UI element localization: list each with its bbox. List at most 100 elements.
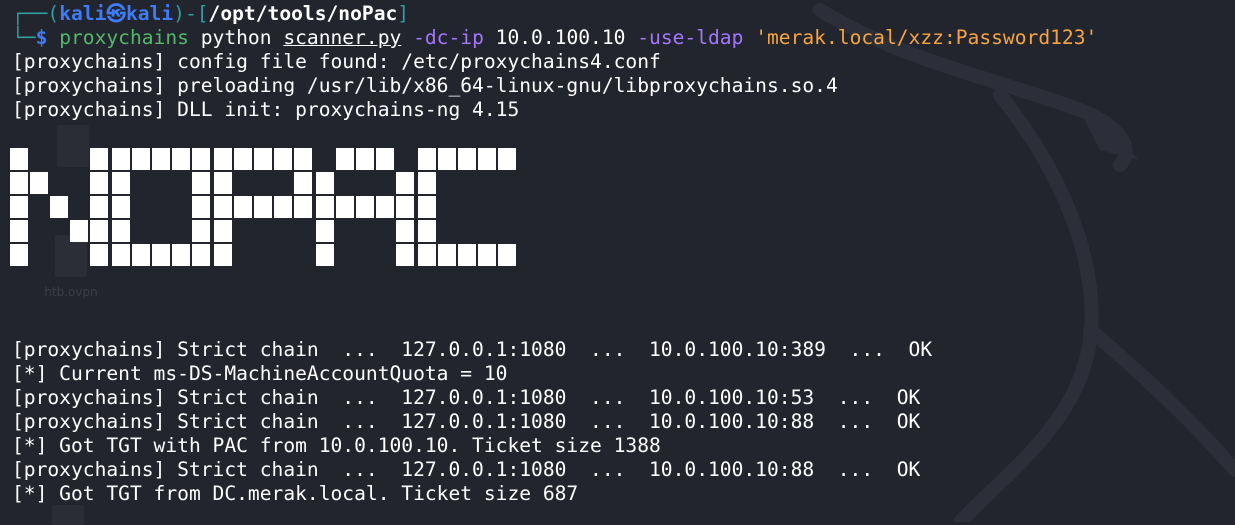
banner-block — [90, 172, 108, 194]
banner-block — [396, 196, 414, 218]
prompt-frame-mid: )-[ — [173, 2, 209, 25]
kali-skull-icon: ㉿ — [106, 2, 126, 25]
banner-block — [316, 196, 334, 218]
banner-block — [376, 196, 394, 218]
banner-block — [214, 220, 232, 242]
banner-block — [112, 244, 130, 266]
banner-block — [192, 148, 210, 170]
output-line: [proxychains] config file found: /etc/pr… — [12, 50, 661, 73]
banner-block — [10, 172, 28, 194]
banner-block — [396, 220, 414, 242]
output-line: [proxychains] Strict chain ... 127.0.0.1… — [12, 338, 933, 361]
banner-block — [274, 148, 292, 170]
output-line: [proxychains] DLL init: proxychains-ng 4… — [12, 98, 520, 121]
banner-block — [10, 220, 28, 242]
desktop-file-icon[interactable] — [52, 505, 84, 525]
banner-block — [458, 148, 476, 170]
banner-block — [90, 196, 108, 218]
desktop-icon-label: htb.ovpn — [44, 285, 98, 299]
banner-block — [336, 196, 354, 218]
flag-use-ldap: -use-ldap — [637, 26, 744, 49]
output-line: [proxychains] Strict chain ... 127.0.0.1… — [12, 386, 921, 409]
banner-block — [498, 244, 516, 266]
command-script: scanner.py — [283, 26, 402, 49]
prompt-frame-bottom: └─ — [12, 26, 36, 49]
prompt-line-1: ┌──(kali㉿kali)-[/opt/tools/noPac] — [12, 2, 1227, 26]
banner-block — [396, 172, 414, 194]
banner-block — [192, 220, 210, 242]
banner-block — [356, 148, 374, 170]
banner-block — [478, 244, 496, 266]
banner-block — [132, 244, 150, 266]
banner-block — [274, 196, 292, 218]
banner-art — [10, 148, 516, 266]
banner-block — [376, 148, 394, 170]
banner-block — [172, 148, 190, 170]
banner-block — [192, 244, 210, 266]
banner-block — [316, 220, 334, 242]
prompt-frame-end: ] — [397, 2, 410, 25]
arg-dc-ip: 10.0.100.10 — [495, 26, 626, 49]
banner-block — [112, 172, 130, 194]
banner-text: NOPAC — [10, 268, 11, 269]
arg-credentials: 'merak.local/xzz:Password123' — [755, 26, 1098, 49]
banner-block — [418, 244, 436, 266]
output-line: [proxychains] Strict chain ... 127.0.0.1… — [12, 410, 921, 433]
banner-block — [152, 148, 170, 170]
banner-block — [234, 196, 252, 218]
banner-block — [316, 172, 334, 194]
banner-block — [112, 148, 130, 170]
banner-block — [254, 148, 272, 170]
prompt-frame-top: ┌──( — [12, 2, 60, 25]
banner-block — [192, 196, 210, 218]
banner-block — [70, 220, 88, 242]
output-line: [proxychains] preloading /usr/lib/x86_64… — [12, 74, 838, 97]
banner-block — [458, 244, 476, 266]
banner-block — [10, 148, 28, 170]
banner-block — [50, 196, 68, 218]
banner-block — [90, 220, 108, 242]
banner-block — [172, 244, 190, 266]
banner-block — [396, 244, 414, 266]
banner-block — [438, 148, 456, 170]
prompt-symbol: $ — [35, 26, 48, 49]
banner-block — [234, 148, 252, 170]
banner-block — [356, 196, 374, 218]
banner-block — [152, 244, 170, 266]
banner-block — [10, 244, 28, 266]
banner-block — [294, 172, 312, 194]
nopac-ascii-banner: NOPAC — [10, 148, 520, 268]
banner-block — [478, 148, 496, 170]
banner-block — [192, 172, 210, 194]
terminal-output-results[interactable]: [proxychains] Strict chain ... 127.0.0.1… — [12, 338, 1227, 506]
banner-block — [294, 196, 312, 218]
banner-block — [112, 220, 130, 242]
banner-block — [30, 172, 48, 194]
banner-block — [498, 148, 516, 170]
banner-block — [418, 148, 436, 170]
prompt-user: kali — [59, 2, 107, 25]
banner-block — [418, 172, 436, 194]
banner-block — [316, 244, 334, 266]
command-exec: proxychains — [59, 26, 189, 49]
banner-block — [214, 196, 232, 218]
banner-block — [132, 148, 150, 170]
banner-block — [438, 244, 456, 266]
prompt-host: kali — [125, 2, 174, 25]
output-line: [*] Current ms-DS-MachineAccountQuota = … — [12, 362, 508, 385]
banner-block — [418, 196, 436, 218]
banner-block — [214, 172, 232, 194]
banner-block — [90, 244, 108, 266]
flag-dc-ip: -dc-ip — [413, 26, 484, 49]
banner-block — [336, 148, 354, 170]
command-line: └─$ proxychains python scanner.py -dc-ip… — [12, 26, 1227, 50]
output-line: [*] Got TGT from DC.merak.local. Ticket … — [12, 482, 579, 505]
banner-block — [10, 196, 28, 218]
banner-block — [214, 244, 232, 266]
output-line: [*] Got TGT with PAC from 10.0.100.10. T… — [12, 434, 661, 457]
banner-block — [254, 196, 272, 218]
banner-block — [294, 148, 312, 170]
prompt-path: /opt/tools/noPac — [208, 2, 398, 25]
terminal-output[interactable]: ┌──(kali㉿kali)-[/opt/tools/noPac] └─$ pr… — [12, 2, 1227, 122]
banner-block — [418, 220, 436, 242]
